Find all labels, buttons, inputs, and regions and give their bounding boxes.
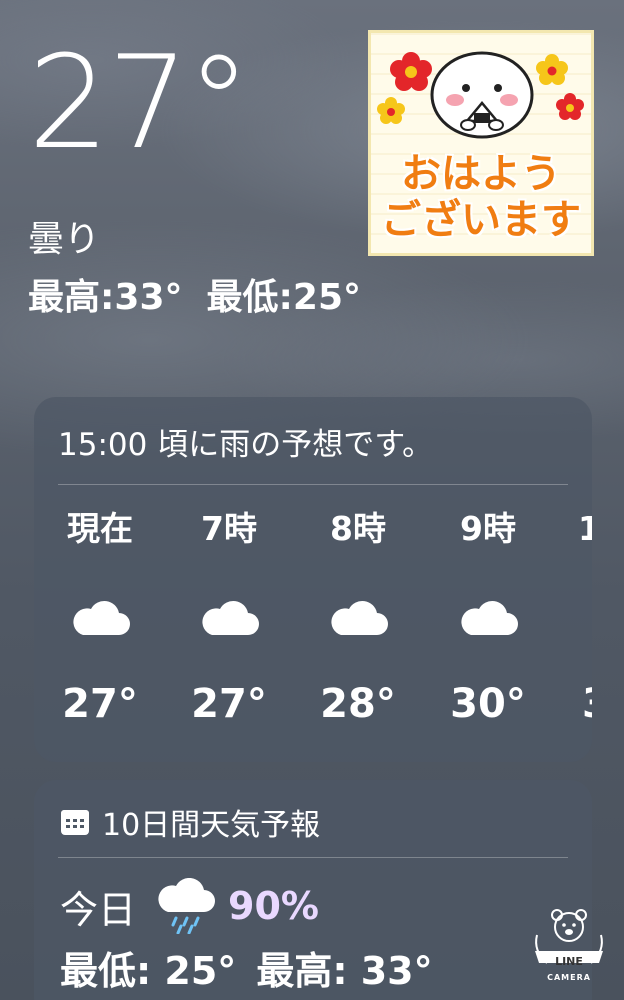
flower-red-icon bbox=[390, 52, 432, 91]
current-high-low: 最高:33° 最低:25° bbox=[28, 276, 361, 319]
hourly-summary: 15:00 頃に雨の予想です。 bbox=[58, 427, 434, 463]
cloud-icon bbox=[202, 600, 259, 635]
flower-yellow-left-icon bbox=[377, 97, 405, 124]
current-temperature: 27° bbox=[28, 29, 251, 178]
character-icon bbox=[430, 51, 534, 139]
hour-temperature: 28° bbox=[320, 681, 396, 727]
hour-time: 1 bbox=[578, 509, 592, 548]
greeting-sticker: おはよう ございます bbox=[368, 30, 594, 256]
watermark-line2: CAMERA bbox=[547, 973, 591, 982]
line-camera-watermark: LINE CAMERA bbox=[527, 905, 611, 989]
sticker-greeting-line1: おはよう bbox=[401, 151, 561, 197]
cloud-icon bbox=[461, 600, 518, 635]
day-high: 最高: 33° bbox=[256, 949, 433, 993]
hour-temperature: 27° bbox=[191, 681, 267, 727]
hourly-divider bbox=[58, 484, 568, 485]
rain-cloud-icon bbox=[158, 878, 215, 934]
ten-day-title: 10日間天気予報 bbox=[102, 808, 321, 843]
ten-day-forecast-card[interactable]: 10日間天気予報 今日 90% 最低: 25° 最高: 33° bbox=[34, 780, 592, 1000]
watermark-line1: LINE bbox=[555, 955, 583, 968]
ten-day-header: 10日間天気予報 bbox=[60, 802, 321, 843]
hour-column[interactable]: 7時 27° bbox=[174, 507, 284, 727]
hour-column[interactable]: 9時 30° bbox=[433, 507, 543, 727]
precipitation-chance: 90% bbox=[228, 884, 319, 928]
day-name: 今日 bbox=[60, 887, 137, 932]
cloud-icon bbox=[331, 600, 388, 635]
current-high: 最高:33° bbox=[28, 277, 183, 318]
hour-column[interactable]: 現在 27° bbox=[45, 507, 155, 727]
day-row-today[interactable]: 今日 90% bbox=[60, 878, 319, 934]
hour-column[interactable]: 8時 28° bbox=[303, 507, 413, 727]
flower-red-right-icon bbox=[556, 93, 584, 120]
hour-time: 9時 bbox=[460, 509, 516, 548]
hour-temperature: 27° bbox=[62, 681, 138, 727]
flower-yellow-icon bbox=[536, 54, 568, 85]
hour-column-partial[interactable]: 1 3 bbox=[562, 507, 592, 727]
current-condition: 曇り bbox=[28, 219, 101, 260]
hour-temperature: 30° bbox=[450, 681, 526, 727]
day-high-low: 最低: 25° 最高: 33° bbox=[60, 940, 433, 995]
hour-time: 現在 bbox=[67, 509, 133, 548]
hour-temperature: 3 bbox=[562, 681, 592, 727]
day-low: 最低: 25° bbox=[60, 949, 237, 993]
current-low: 最低:25° bbox=[206, 277, 362, 318]
sticker-greeting-line2: ございます bbox=[381, 197, 581, 243]
calendar-icon bbox=[61, 810, 89, 835]
daily-divider bbox=[58, 857, 568, 858]
hourly-forecast-card[interactable]: 15:00 頃に雨の予想です。 現在 27° 7時 27° 8時 28° 9時 … bbox=[34, 397, 592, 762]
hour-time: 8時 bbox=[330, 509, 386, 548]
cloud-icon bbox=[73, 600, 130, 635]
hour-time: 7時 bbox=[201, 509, 257, 548]
